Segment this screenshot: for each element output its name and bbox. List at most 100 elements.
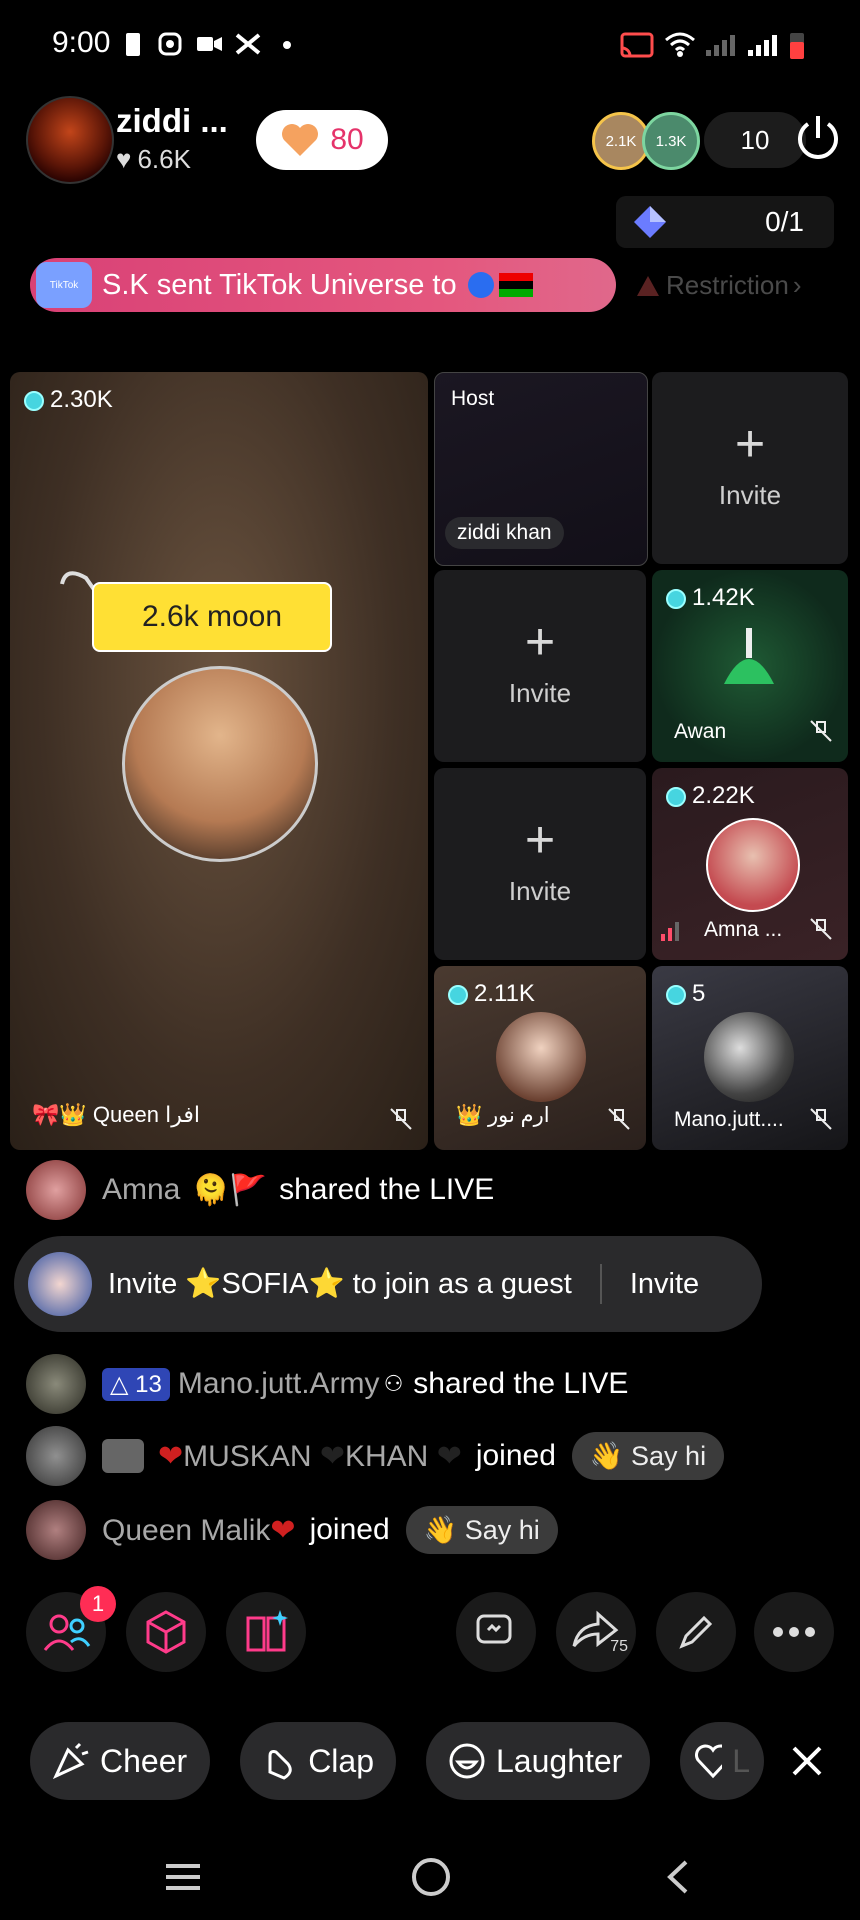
guest-tile-mano[interactable]: 5 Mano.jutt.... xyxy=(652,966,848,1150)
cheer-icon xyxy=(52,1742,89,1780)
comment-action: joined xyxy=(475,1439,556,1472)
level-badge: △ 13 xyxy=(102,1367,170,1401)
like-pill-count: 80 xyxy=(330,123,364,156)
battery-icon xyxy=(790,33,804,59)
comment-item: Amna 🫠🚩 shared the LIVE xyxy=(26,1160,494,1220)
team-icon: ⚇ xyxy=(383,1371,404,1396)
guest-avatar xyxy=(496,1012,586,1102)
laughter-chip[interactable]: Laughter xyxy=(426,1722,650,1800)
invite-tile[interactable]: + Invite xyxy=(434,570,646,762)
top-viewers[interactable]: 2.1K 1.3K xyxy=(592,112,704,170)
pencil-icon xyxy=(679,1615,713,1649)
coin-icon xyxy=(448,984,468,1005)
invite-tile[interactable]: + Invite xyxy=(652,372,848,564)
edit-button[interactable] xyxy=(656,1592,736,1672)
host-tile[interactable]: Host ziddi khan xyxy=(434,372,648,566)
instagram-icon xyxy=(158,32,182,56)
invite-label: Invite xyxy=(508,876,572,906)
mute-icon xyxy=(810,1108,832,1130)
invite-label: Invite xyxy=(718,480,782,510)
comment-item: △ 13 Mano.jutt.Army ⚇ shared the LIVE xyxy=(26,1354,628,1414)
share-button[interactable]: 75 xyxy=(556,1592,636,1672)
comment-username[interactable]: Mano.jutt.Army xyxy=(178,1367,380,1401)
host-avatar[interactable] xyxy=(26,96,114,184)
comment-icon xyxy=(476,1614,512,1644)
signal-icon-1 xyxy=(706,35,735,56)
guest-name: 👑 ارم نور xyxy=(456,1104,550,1127)
warning-icon xyxy=(637,275,659,296)
host-likes-count: 6.6K xyxy=(137,144,191,174)
laugh-icon xyxy=(449,1743,485,1779)
gift-banner: TikTok S.K sent TikTok Universe to xyxy=(30,258,616,312)
avatar[interactable] xyxy=(26,1500,86,1560)
guest-score: 2.22K xyxy=(666,782,755,810)
guest-score: 1.42K xyxy=(666,584,755,612)
back-nav-icon[interactable] xyxy=(654,1852,704,1902)
top-viewer-avatar[interactable]: 1.3K xyxy=(642,112,700,170)
say-hi-button[interactable]: 👋 Say hi xyxy=(405,1506,558,1554)
heart-icon: ♥ xyxy=(116,144,132,174)
heart-icon xyxy=(282,124,319,156)
plus-icon: + xyxy=(524,811,556,869)
recents-nav-icon[interactable] xyxy=(158,1852,208,1902)
comment-action: joined xyxy=(309,1513,390,1546)
guest-tile-amna[interactable]: 2.22K Amna ... xyxy=(652,768,848,960)
host-tile-name: ziddi khan xyxy=(445,517,564,549)
status-time: 9:00 xyxy=(52,26,111,59)
guest-name: 🎀👑 Queen افرا xyxy=(32,1102,200,1127)
guest-avatar xyxy=(704,1012,794,1102)
guest-avatar xyxy=(706,818,800,912)
guest-name: Mano.jutt.... xyxy=(674,1108,784,1131)
clap-chip[interactable]: Clap xyxy=(240,1722,396,1800)
avatar xyxy=(28,1252,92,1316)
comment-username[interactable]: ❤MUSKAN ❤KHAN ❤ xyxy=(158,1439,462,1474)
mute-icon xyxy=(390,1108,412,1130)
home-nav-icon[interactable] xyxy=(406,1852,456,1902)
guest-username: ⭐SOFIA⭐ xyxy=(185,1268,345,1300)
guest-score: 5 xyxy=(666,980,705,1008)
cube-icon xyxy=(146,1610,186,1654)
guest-score: 2.30K xyxy=(24,386,113,414)
like-pill[interactable]: 80 xyxy=(256,110,388,170)
coin-icon xyxy=(666,786,686,807)
share-count: 75 xyxy=(610,1638,628,1655)
avatar[interactable] xyxy=(26,1160,86,1220)
shield-badge-icon xyxy=(102,1439,144,1473)
love-chip[interactable]: L xyxy=(680,1722,764,1800)
coin-icon xyxy=(24,390,44,411)
wifi-icon xyxy=(665,32,695,57)
chat-button[interactable] xyxy=(456,1592,536,1672)
guest-tile-awan[interactable]: 1.42K Awan xyxy=(652,570,848,762)
host-name[interactable]: ziddi ... xyxy=(116,102,228,140)
effects-button[interactable] xyxy=(126,1592,206,1672)
mute-icon xyxy=(810,918,832,940)
plus-icon: + xyxy=(524,613,556,671)
comment-username[interactable]: Amna xyxy=(102,1173,180,1207)
cheer-chip[interactable]: Cheer xyxy=(30,1722,210,1800)
more-button[interactable] xyxy=(754,1592,834,1672)
guest-avatar[interactable] xyxy=(122,666,318,862)
comment-item: ❤MUSKAN ❤KHAN ❤ joined 👋 Say hi xyxy=(26,1426,725,1486)
video-icon xyxy=(197,37,222,51)
close-icon[interactable] xyxy=(790,1744,824,1778)
restriction-label[interactable]: Restriction › xyxy=(636,270,802,301)
guest-tile-iram[interactable]: 2.11K 👑 ارم نور xyxy=(434,966,646,1150)
avatar[interactable] xyxy=(26,1426,86,1486)
avatar[interactable] xyxy=(26,1354,86,1414)
comment-username[interactable]: Queen Malik❤ xyxy=(102,1513,296,1548)
heart-icon xyxy=(695,1744,723,1779)
invite-guest-button[interactable]: Invite xyxy=(630,1268,699,1301)
tiktok-universe-icon: TikTok xyxy=(36,262,92,308)
coin-icon xyxy=(666,588,686,609)
power-icon[interactable] xyxy=(790,110,846,166)
goal-progress[interactable]: 0/1 xyxy=(616,196,834,248)
say-hi-button[interactable]: 👋 Say hi xyxy=(571,1432,725,1480)
comment-action: shared the LIVE xyxy=(413,1367,629,1400)
mosque-icon xyxy=(724,628,774,684)
crown-icon: 👑 xyxy=(456,1104,488,1127)
book-button[interactable] xyxy=(226,1592,306,1672)
guest-name: Amna ... xyxy=(704,918,783,941)
invite-tile[interactable]: + Invite xyxy=(434,768,646,960)
notification-badge: 1 xyxy=(80,1586,116,1622)
capcut-icon xyxy=(235,33,261,55)
